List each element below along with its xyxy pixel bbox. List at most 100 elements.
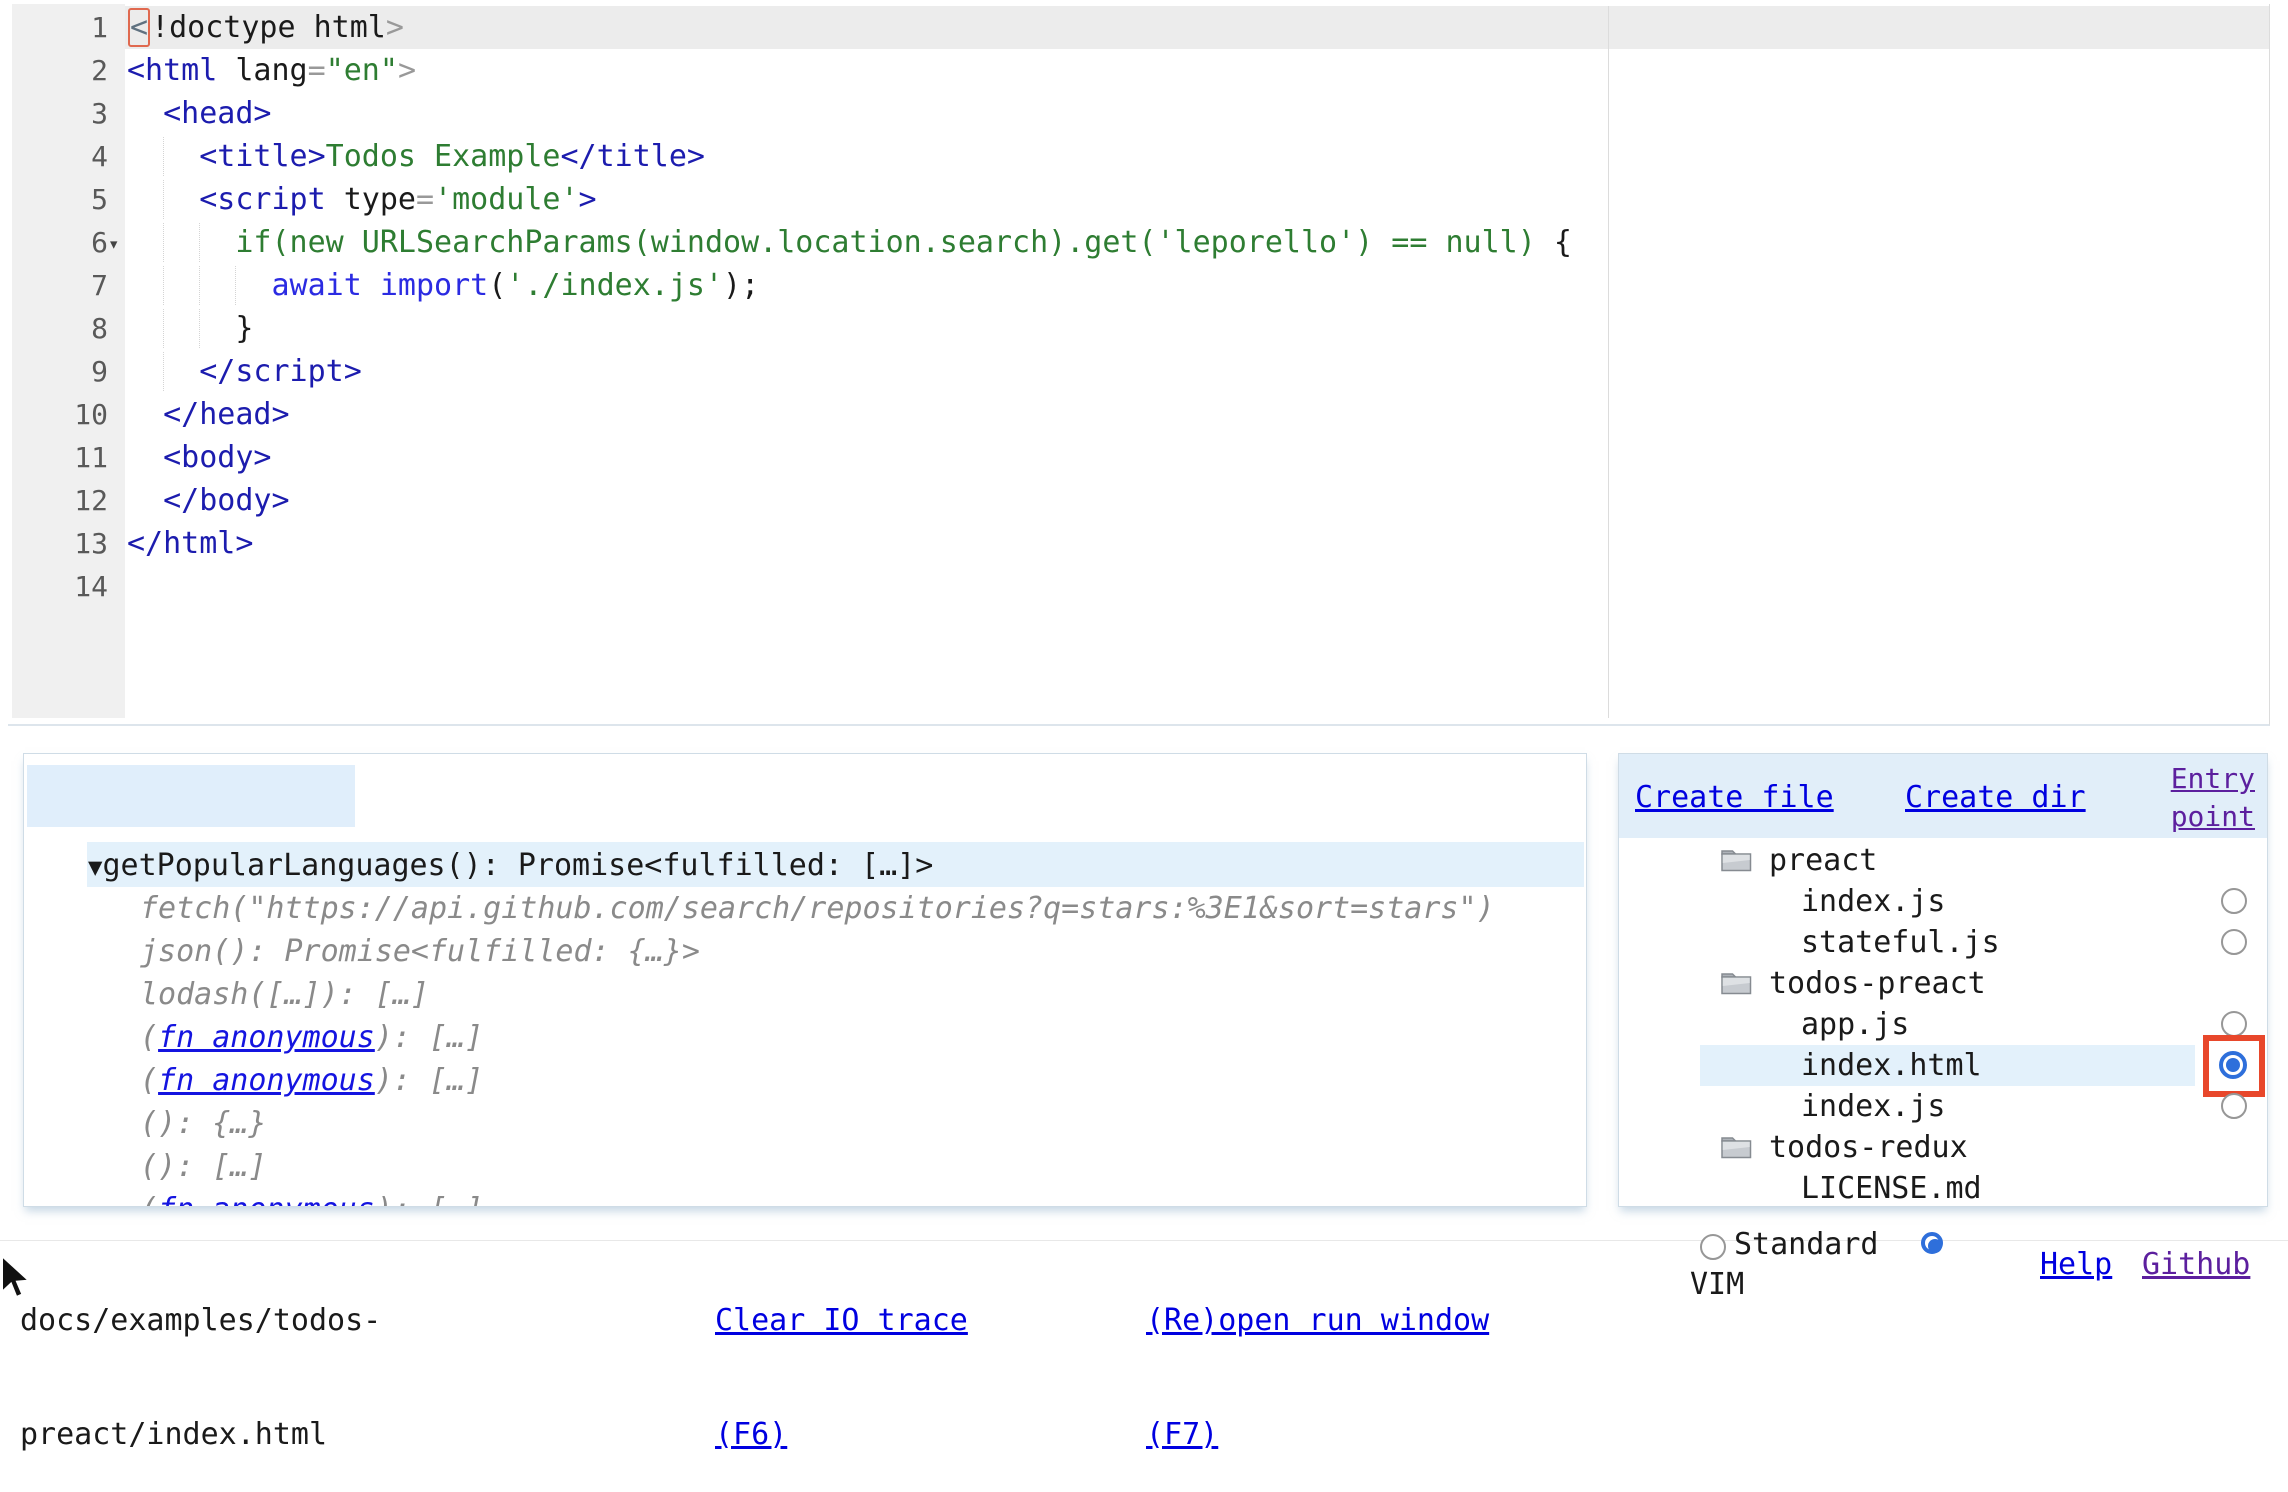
- code-line[interactable]: 13</html>: [8, 522, 2269, 565]
- help-link[interactable]: Help: [2040, 1246, 2112, 1284]
- file-name[interactable]: index.html: [1801, 1045, 1982, 1086]
- reopen-run-window-label-line1[interactable]: (Re)open run window: [1146, 1302, 1489, 1340]
- file-tree-file-row[interactable]: LICENSE.md: [1619, 1168, 2267, 1207]
- calltree-row-selected[interactable]: ▼getPopularLanguages(): Promise<fulfille…: [88, 844, 1586, 887]
- indent-guide: [163, 223, 164, 262]
- file-tree-file-row[interactable]: index.js: [1619, 1086, 2267, 1127]
- dir-name[interactable]: preact: [1769, 840, 1877, 881]
- code-token: Todos Example: [326, 139, 561, 174]
- github-link[interactable]: Github: [2142, 1246, 2250, 1284]
- dir-name[interactable]: todos-redux: [1769, 1127, 1968, 1168]
- expand-arrow-icon[interactable]: ▼: [88, 853, 102, 881]
- line-number: 3: [12, 92, 108, 135]
- fold-marker-icon[interactable]: ▾: [108, 223, 119, 266]
- code-line-text: }: [235, 307, 253, 350]
- code-line[interactable]: 4<title>Todos Example</title>: [8, 135, 2269, 178]
- entry-point-radio[interactable]: [2221, 1011, 2247, 1037]
- clear-io-trace-label-line2[interactable]: (F6): [715, 1416, 968, 1454]
- keybinding-vim-label[interactable]: VIM: [1690, 1266, 1744, 1304]
- code-editor[interactable]: 1<!doctype html>2<html lang="en">3<head>…: [8, 4, 2270, 726]
- code-token: </body>: [163, 483, 289, 518]
- code-line[interactable]: 14: [8, 565, 2269, 608]
- calltree-call-label: (): {…}: [140, 1106, 266, 1141]
- calltree-call-label: ): […]: [375, 1063, 483, 1098]
- code-line[interactable]: 1<!doctype html>: [8, 6, 2269, 49]
- file-name[interactable]: stateful.js: [1801, 922, 2000, 963]
- code-line[interactable]: 8}: [8, 307, 2269, 350]
- line-number: 8: [12, 307, 108, 350]
- indent-guide: [235, 266, 236, 305]
- calltree-call-label: json(): Promise<fulfilled: {…}>: [140, 934, 700, 969]
- folder-icon: [1719, 968, 1755, 998]
- tab-call-tree[interactable]: Call tree (F2): [27, 765, 355, 827]
- code-line[interactable]: 11 <body>: [8, 436, 2269, 479]
- tab-io-trace[interactable]: IO trace (F4): [690, 765, 997, 827]
- file-tree-dir-row[interactable]: preact: [1619, 840, 2267, 881]
- code-token: >: [398, 53, 416, 88]
- vim-block-cursor: <: [128, 8, 150, 47]
- entry-point-label-line1[interactable]: Entry: [2171, 760, 2255, 798]
- calltree-row[interactable]: (fn anonymous): […]: [140, 1016, 1586, 1059]
- line-number: 11: [12, 436, 108, 479]
- entry-point-radio[interactable]: [2221, 1093, 2247, 1119]
- keybinding-standard-label[interactable]: Standard: [1734, 1226, 1879, 1264]
- fn-anonymous-link[interactable]: fn anonymous: [158, 1020, 375, 1055]
- file-tree-dir-row[interactable]: todos-preact: [1619, 963, 2267, 1004]
- keybinding-standard-radio[interactable]: [1700, 1234, 1726, 1260]
- code-line-text: </body>: [163, 479, 289, 522]
- file-tree-dir-row[interactable]: todos-redux: [1619, 1127, 2267, 1168]
- clear-io-trace-button[interactable]: Clear IO trace (F6): [715, 1226, 968, 1492]
- current-file-path-line2: preact/index.html: [20, 1416, 381, 1454]
- file-name[interactable]: app.js: [1801, 1004, 1909, 1045]
- code-line[interactable]: 7await import('./index.js');: [8, 264, 2269, 307]
- file-browser-header: Create file Create dir Entry point: [1619, 754, 2267, 838]
- file-tree-file-row[interactable]: app.js: [1619, 1004, 2267, 1045]
- dir-name[interactable]: todos-preact: [1769, 963, 1986, 1004]
- code-token: =: [416, 182, 434, 217]
- line-number: 9: [12, 350, 108, 393]
- calltree-row[interactable]: json(): Promise<fulfilled: {…}>: [140, 930, 1586, 973]
- entry-point-column-header[interactable]: Entry point: [2171, 760, 2255, 836]
- code-line[interactable]: 3<head>: [8, 92, 2269, 135]
- code-token: <body>: [163, 440, 271, 475]
- file-tree-file-row[interactable]: index.html: [1619, 1045, 2267, 1086]
- file-tree-file-row[interactable]: stateful.js: [1619, 922, 2267, 963]
- entry-point-radio[interactable]: [2221, 929, 2247, 955]
- create-file-button[interactable]: Create file: [1635, 778, 1834, 818]
- code-token: (: [488, 268, 506, 303]
- code-line-text: await import('./index.js');: [271, 264, 759, 307]
- file-name[interactable]: index.js: [1801, 881, 1946, 922]
- current-file-path-line1: docs/examples/todos-: [20, 1302, 381, 1340]
- code-line[interactable]: 10</head>: [8, 393, 2269, 436]
- code-line[interactable]: 5<script type='module'>: [8, 178, 2269, 221]
- entry-point-radio[interactable]: [2221, 888, 2247, 914]
- code-line[interactable]: 2<html lang="en">: [8, 49, 2269, 92]
- current-file-path: docs/examples/todos- preact/index.html: [20, 1226, 381, 1492]
- code-token: type: [326, 182, 416, 217]
- calltree-panel: Call tree (F2) Logs (F3) IO trace (F4) ▼…: [23, 753, 1587, 1207]
- reopen-run-window-button[interactable]: (Re)open run window (F7): [1146, 1226, 1489, 1492]
- fn-anonymous-link[interactable]: fn anonymous: [158, 1192, 375, 1207]
- file-tree-file-row[interactable]: index.js: [1619, 881, 2267, 922]
- calltree-row[interactable]: fetch("https://api.github.com/search/rep…: [140, 887, 1586, 930]
- tab-logs[interactable]: Logs (F3): [408, 765, 643, 827]
- code-line[interactable]: 9</script>: [8, 350, 2269, 393]
- file-name[interactable]: LICENSE.md: [1801, 1168, 1982, 1207]
- clear-io-trace-label-line1[interactable]: Clear IO trace: [715, 1302, 968, 1340]
- calltree-row[interactable]: lodash([…]): […]: [140, 973, 1586, 1016]
- calltree-row[interactable]: (fn anonymous): […]: [140, 1059, 1586, 1102]
- calltree-row[interactable]: (fn anonymous): […]: [140, 1188, 1586, 1207]
- calltree-row[interactable]: (): […]: [140, 1145, 1586, 1188]
- fn-anonymous-link[interactable]: fn anonymous: [158, 1063, 375, 1098]
- keybinding-vim-radio[interactable]: [1921, 1232, 1943, 1254]
- entry-point-label-line2[interactable]: point: [2171, 798, 2255, 836]
- code-line[interactable]: 12</body>: [8, 479, 2269, 522]
- code-line[interactable]: 6▾if(new URLSearchParams(window.location…: [8, 221, 2269, 264]
- code-line-text: <html lang="en">: [127, 49, 416, 92]
- file-name[interactable]: index.js: [1801, 1086, 1946, 1127]
- calltree-call-label[interactable]: getPopularLanguages(): Promise<fulfilled…: [102, 848, 933, 883]
- calltree-row[interactable]: (): {…}: [140, 1102, 1586, 1145]
- entry-point-radio-selected[interactable]: [2219, 1051, 2247, 1079]
- reopen-run-window-label-line2[interactable]: (F7): [1146, 1416, 1489, 1454]
- create-dir-button[interactable]: Create dir: [1905, 778, 2086, 818]
